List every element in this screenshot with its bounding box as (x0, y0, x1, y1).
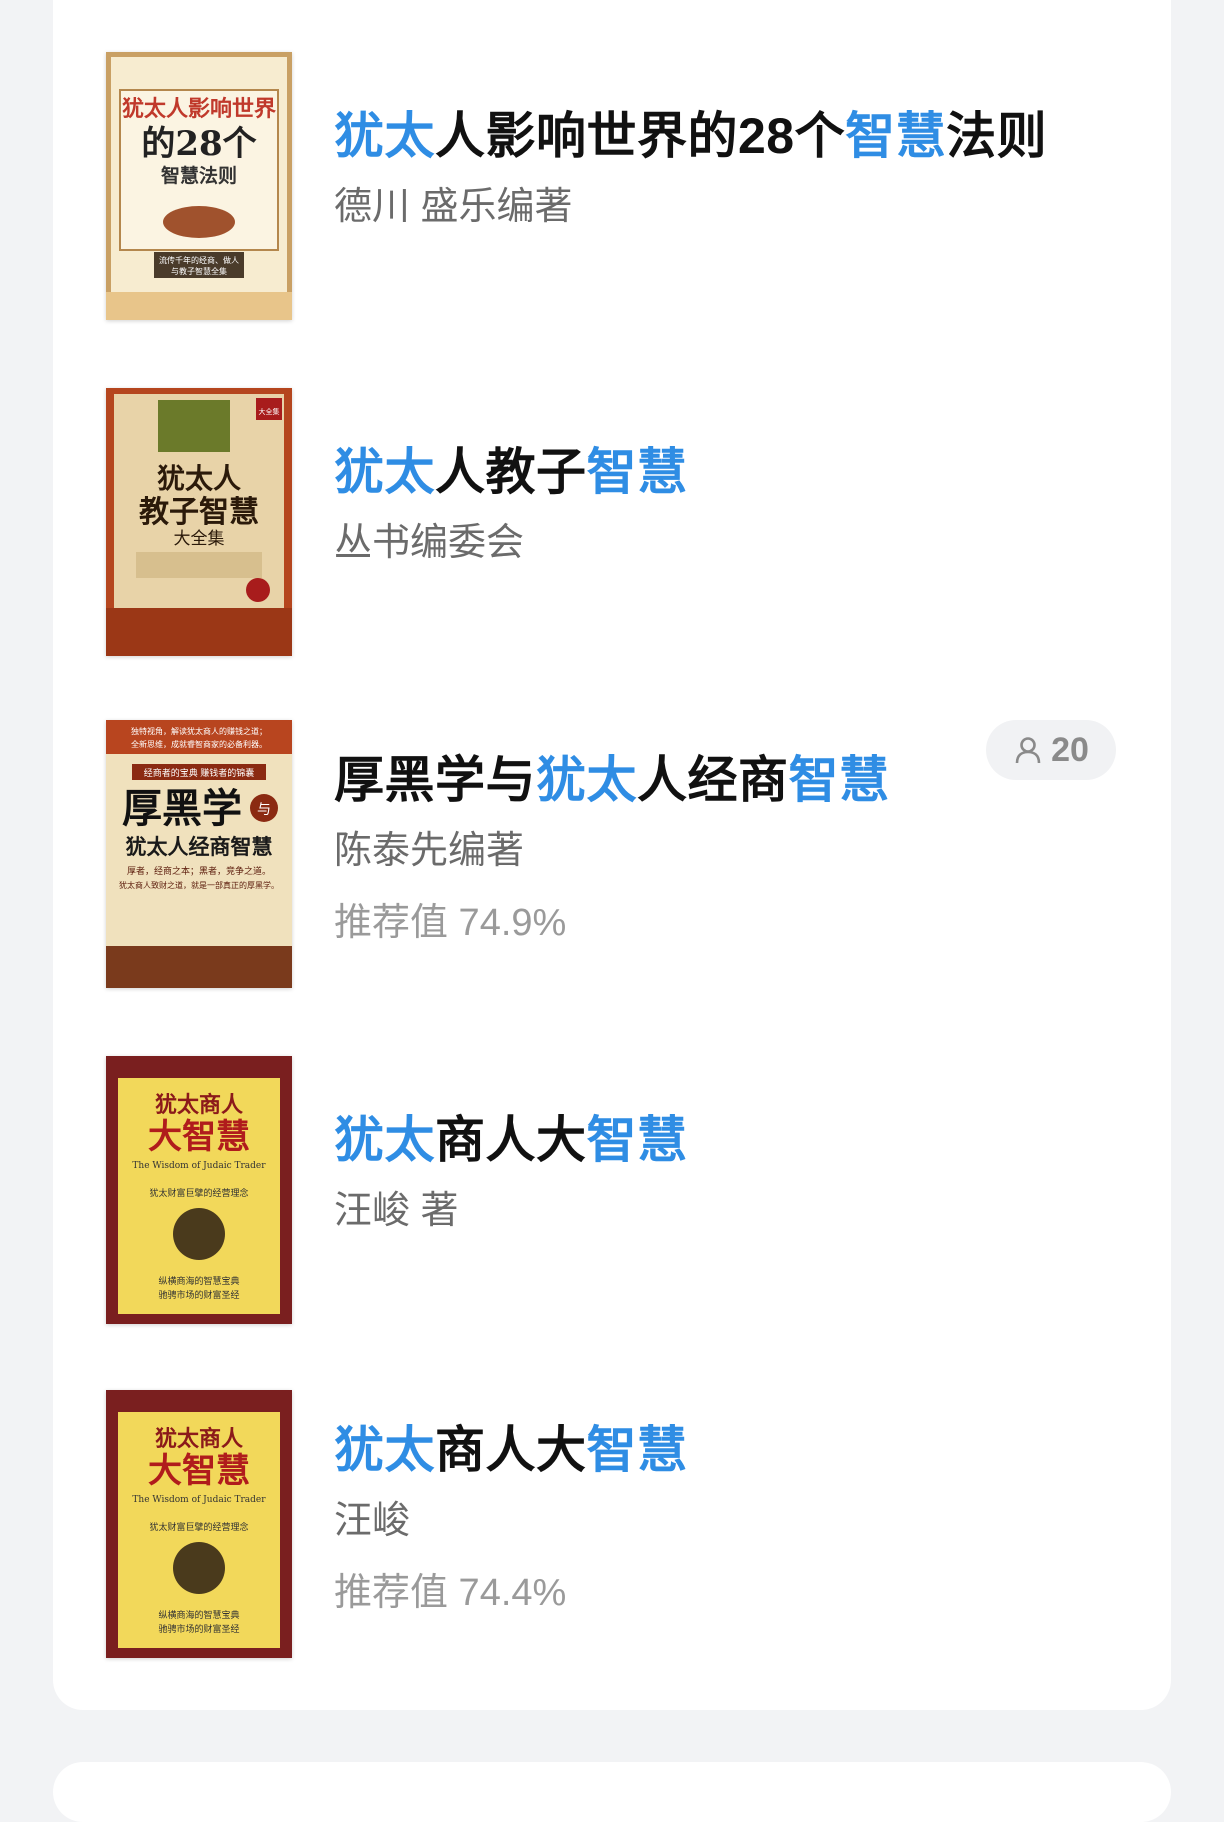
title-text: 法则 (946, 108, 1048, 164)
book-author: 德川 盛乐编著 (334, 186, 573, 228)
title-text: 人教子 (435, 444, 587, 500)
title-keyword-highlight: 智慧 (586, 1422, 688, 1478)
book-title: 犹太商人大智慧 (334, 1110, 1116, 1170)
title-text: 厚黑学与 (334, 752, 536, 808)
title-text: 商人大 (435, 1112, 587, 1168)
cover-text: 教子智慧 (139, 495, 259, 530)
cover-text: 纵横商海的智慧宝典 (158, 1609, 239, 1620)
book-author: 陈泰先编著 (334, 830, 525, 872)
cover-text: 厚者，经商之本；黑者，竞争之道。 (127, 865, 271, 876)
book-title: 犹太人影响世界的28个智慧法则 (334, 106, 1116, 166)
book-list-item[interactable]: 犹太商人 大智慧 The Wisdom of Judaic Trader 犹太财… (106, 1056, 1116, 1326)
cover-text: 犹太商人 (155, 1426, 243, 1452)
cover-text: 犹太人 (157, 462, 241, 495)
cover-text: 经商者的宝典 赚钱者的锦囊 (144, 767, 255, 778)
title-keyword-highlight: 智慧 (586, 444, 688, 500)
title-text: 商人大 (435, 1422, 587, 1478)
book-title: 犹太人教子智慧 (334, 442, 1116, 502)
book-cover: 犹太人影响世界 的28个 智慧法则 流传千年的经商、做人 与教子智慧全集 (106, 52, 292, 320)
cover-text: 犹太商人致财之道，就是一部真正的厚黑学。 (119, 880, 279, 890)
reader-count: 20 (1051, 730, 1089, 769)
title-keyword-highlight: 犹太 (536, 752, 637, 808)
title-keyword-highlight: 犹太 (334, 1112, 435, 1168)
cover-text: 大全集 (174, 529, 225, 549)
title-keyword-highlight: 犹太 (334, 1422, 435, 1478)
title-keyword-highlight: 智慧 (788, 752, 890, 808)
recommend-value: 推荐值 74.4% (334, 1572, 567, 1614)
cover-text: 的28个 (141, 124, 256, 164)
book-list-item[interactable]: 犹太人 教子智慧 大全集 大全集 犹太人教子智慧 丛书编委会 (106, 388, 1116, 658)
cover-text: 纵横商海的智慧宝典 (158, 1275, 239, 1286)
title-text: 人影响世界的28个 (435, 108, 846, 164)
cover-text: 与 (257, 801, 271, 817)
cover-text: 大智慧 (148, 1117, 250, 1157)
cover-text: 犹太人经商智慧 (126, 834, 273, 859)
cover-text: 大全集 (259, 407, 280, 416)
book-author: 丛书编委会 (334, 522, 525, 564)
cover-text: 全新思维，成就睿智商家的必备利器。 (131, 739, 267, 749)
title-keyword-highlight: 智慧 (845, 108, 947, 164)
cover-text: The Wisdom of Judaic Trader (132, 1495, 266, 1505)
cover-text: 流传千年的经商、做人 (159, 255, 239, 265)
book-list-item[interactable]: 独特视角，解读犹太商人的赚钱之道； 全新思维，成就睿智商家的必备利器。 经商者的… (106, 720, 1116, 990)
book-cover: 犹太商人 大智慧 The Wisdom of Judaic Trader 犹太财… (106, 1390, 292, 1658)
book-cover: 犹太人 教子智慧 大全集 大全集 (106, 388, 292, 656)
title-keyword-highlight: 智慧 (586, 1112, 688, 1168)
book-title: 犹太商人大智慧 (334, 1420, 1116, 1480)
person-icon (1015, 737, 1041, 764)
title-keyword-highlight: 犹太 (334, 444, 435, 500)
book-list-item[interactable]: 犹太人影响世界 的28个 智慧法则 流传千年的经商、做人 与教子智慧全集 犹太人… (106, 52, 1116, 322)
next-card (53, 1762, 1171, 1822)
cover-text: 智慧法则 (161, 164, 237, 187)
cover-text: 犹太商人 (155, 1092, 243, 1118)
book-author: 汪峻 (334, 1500, 411, 1542)
cover-text: 犹太财富巨擘的经营理念 (149, 1187, 248, 1198)
book-author: 汪峻 著 (334, 1190, 459, 1232)
book-cover: 犹太商人 大智慧 The Wisdom of Judaic Trader 犹太财… (106, 1056, 292, 1324)
cover-text: 与教子智慧全集 (171, 266, 227, 276)
recommend-value: 推荐值 74.9% (334, 902, 567, 944)
book-list-item[interactable]: 犹太商人 大智慧 The Wisdom of Judaic Trader 犹太财… (106, 1390, 1116, 1660)
cover-text: The Wisdom of Judaic Trader (132, 1161, 266, 1171)
title-text: 人经商 (637, 752, 789, 808)
cover-text: 大智慧 (148, 1451, 250, 1491)
cover-text: 驰骋市场的财富圣经 (158, 1289, 239, 1300)
cover-text: 独特视角，解读犹太商人的赚钱之道； (131, 726, 267, 736)
cover-text: 犹太人影响世界 (122, 96, 276, 122)
book-cover: 独特视角，解读犹太商人的赚钱之道； 全新思维，成就睿智商家的必备利器。 经商者的… (106, 720, 292, 988)
title-keyword-highlight: 犹太 (334, 108, 435, 164)
cover-text: 厚黑学 (122, 785, 242, 832)
cover-text: 驰骋市场的财富圣经 (158, 1623, 239, 1634)
cover-text: 犹太财富巨擘的经营理念 (149, 1521, 248, 1532)
reader-count-badge[interactable]: 20 (986, 720, 1116, 780)
